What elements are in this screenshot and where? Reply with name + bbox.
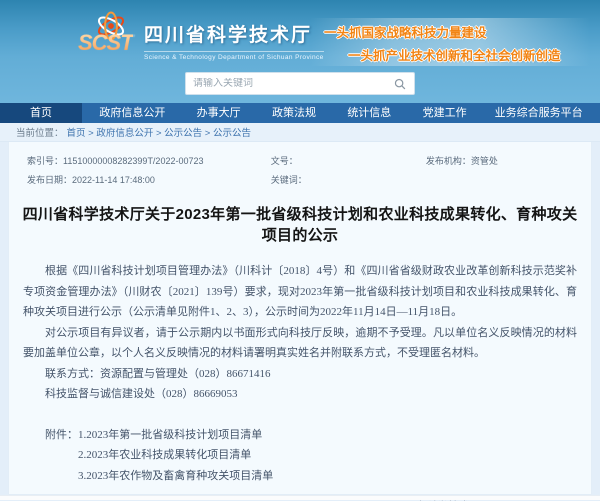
nav-item-service-hall[interactable]: 办事大厅 [183,103,255,123]
search-box [185,72,415,95]
contact-line-1: 联系方式：资源配置与管理处（028）86671416 [23,364,577,385]
breadcrumb-path[interactable]: 首页 > 政府信息公开 > 公示公告 > 公示公告 [67,125,251,139]
meta-index: 索引号：11510000008282399T/2022-00723 [27,154,271,167]
attachments-section: 附件： 1.2023年第一批省级科技计划项目清单 2.2023年农业科技成果转化… [23,425,577,487]
nav-item-party-building[interactable]: 党建工作 [409,103,481,123]
attachment-link-2[interactable]: 2.2023年农业科技成果转化项目清单 [78,445,577,466]
header-slogan-banner: 一头抓国家战略科技力量建设 一头抓产业技术创新和全社会创新创造 [310,18,590,66]
slogan-line-2: 一头抓产业技术创新和全社会创新创造 [348,45,590,64]
page-title: 四川省科学技术厅关于2023年第一批省级科技计划和农业科技成果转化、育种攻关项目… [19,203,581,245]
content-panel: 索引号：11510000008282399T/2022-00723 文号： 发布… [8,142,592,495]
site-title: 四川省科学技术厅 [144,20,324,47]
site-header: SCST 四川省科学技术厅 Science & Technology Depar… [0,0,600,103]
meta-keyword: 关键词： [271,173,426,186]
slogan-line-1: 一头抓国家战略科技力量建设 [324,22,590,41]
search-icon[interactable] [393,77,407,91]
meta-docnum: 文号： [271,154,426,167]
nav-item-service-platform[interactable]: 业务综合服务平台 [481,103,597,123]
main-nav: 首页 政府信息公开 办事大厅 政策法规 统计信息 党建工作 业务综合服务平台 [0,103,600,123]
attachment-link-1[interactable]: 1.2023年第一批省级科技计划项目清单 [78,425,262,446]
meta-date: 发布日期：2022-11-14 17:48:00 [27,173,271,186]
site-logo[interactable]: SCST 四川省科学技术厅 Science & Technology Depar… [78,10,324,62]
article-paragraph-2: 对公示项目有异议者，请于公示期内以书面形式向科技厅反映，逾期不予受理。凡以单位名… [23,323,577,364]
nav-item-statistics[interactable]: 统计信息 [333,103,405,123]
nav-item-policies[interactable]: 政策法规 [258,103,330,123]
breadcrumb: 当前位置： 首页 > 政府信息公开 > 公示公告 > 公示公告 [0,123,600,142]
logo-mark: SCST [78,10,134,62]
nav-item-gov-info[interactable]: 政府信息公开 [85,103,179,123]
search-input[interactable] [193,78,393,89]
article-paragraph-1: 根据《四川省科技计划项目管理办法》（川科计〔2018〕4号）和《四川省省级财政农… [23,261,577,323]
breadcrumb-label: 当前位置： [16,125,64,139]
contact-line-2: 科技监督与诚信建设处（028）86669053 [23,384,577,405]
site-subtitle: Science & Technology Department of Sichu… [144,51,324,61]
nav-item-home[interactable]: 首页 [0,103,82,123]
attachments-label: 附件： [23,425,78,446]
article-body: 根据《四川省科技计划项目管理办法》（川科计〔2018〕4号）和《四川省省级财政农… [19,261,581,486]
document-meta: 索引号：11510000008282399T/2022-00723 文号： 发布… [19,152,581,186]
footer-strip [0,495,600,500]
logo-acronym: SCST [78,30,133,56]
meta-agency: 发布机构：资管处 [426,154,581,167]
attachment-link-3[interactable]: 3.2023年农作物及畜禽育种攻关项目清单 [78,466,577,487]
